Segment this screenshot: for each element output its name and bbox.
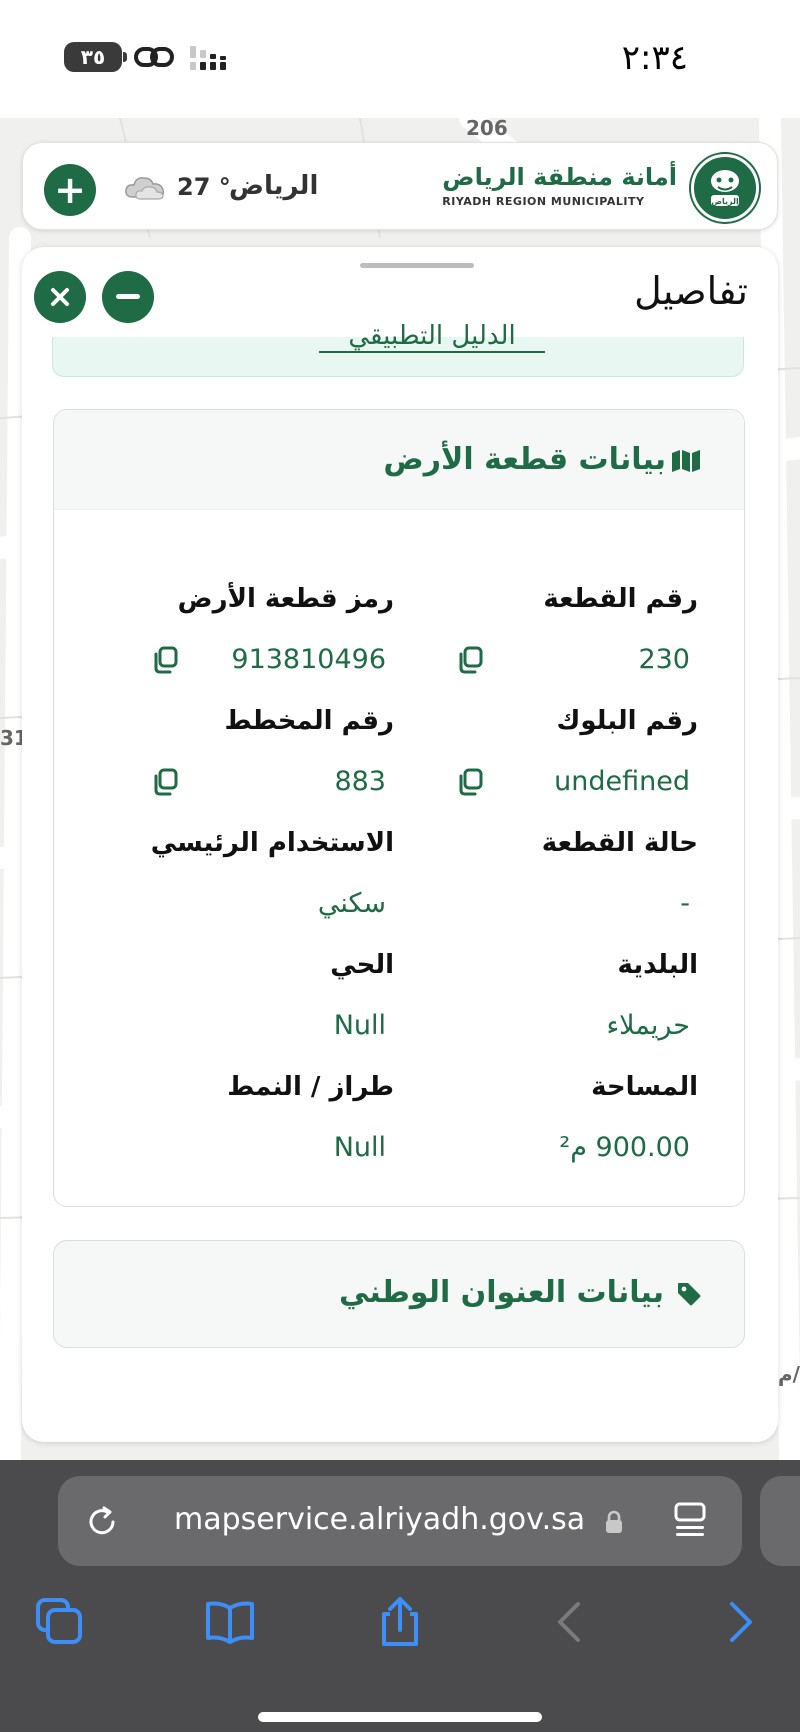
personal-hotspot-icon — [134, 47, 174, 67]
field-value-plot-number: 230 — [638, 644, 690, 675]
brand-name: أمانة منطقة الرياض RIYADH REGION MUNICIP… — [442, 163, 677, 208]
add-button[interactable]: + — [44, 164, 96, 216]
bookmarks-icon[interactable] — [204, 1596, 256, 1648]
copy-icon[interactable] — [457, 646, 485, 674]
field-label-style: طراز / النمط — [227, 1072, 394, 1102]
minus-icon — [116, 294, 140, 299]
copy-icon[interactable] — [152, 768, 180, 796]
back-icon[interactable] — [544, 1596, 596, 1648]
address-bar[interactable]: mapservice.alriyadh.gov.sa — [58, 1476, 742, 1566]
weather-temperature: 27 ° — [177, 173, 231, 201]
reload-icon[interactable] — [82, 1502, 122, 1542]
land-data-header[interactable]: بيانات قطعة الأرض — [54, 410, 744, 510]
forward-icon[interactable] — [714, 1596, 766, 1648]
map-label-206: 206 — [466, 118, 508, 140]
status-bar: ٣٥ ٢:٣٤ — [0, 0, 800, 118]
field-label-plan-number: رقم المخطط — [224, 706, 394, 736]
field-label-plot-code: رمز قطعة الأرض — [177, 584, 394, 614]
copy-icon[interactable] — [152, 646, 180, 674]
home-indicator[interactable] — [258, 1712, 542, 1722]
cloud-weather-icon — [125, 177, 165, 200]
national-address-title: بيانات العنوان الوطني — [339, 1275, 664, 1310]
reader-mode-icon[interactable] — [672, 1502, 708, 1540]
share-icon[interactable] — [374, 1596, 426, 1648]
close-button[interactable] — [34, 271, 86, 323]
status-time: ٢:٣٤ — [621, 38, 688, 78]
land-data-card: بيانات قطعة الأرض رقم القطعة رمز قطعة ال… — [53, 409, 745, 1207]
drag-handle[interactable] — [360, 263, 474, 268]
brand-name-arabic: أمانة منطقة الرياض — [442, 163, 677, 191]
previous-section-underline — [319, 351, 545, 353]
land-data-title: بيانات قطعة الأرض — [383, 442, 666, 477]
field-label-district: الحي — [330, 950, 394, 980]
close-icon — [51, 288, 69, 306]
field-value-municipality: حريملاء — [606, 1010, 690, 1041]
field-label-plot-number: رقم القطعة — [543, 584, 698, 614]
next-tab-address-bar[interactable] — [760, 1476, 800, 1566]
minimize-button[interactable] — [102, 271, 154, 323]
logo-wordmark: الرياض — [711, 197, 739, 207]
municipality-header: + 27 ° الرياض أمانة منطقة الرياض RIYADH … — [22, 142, 778, 230]
field-value-plot-status: - — [680, 888, 690, 919]
tabs-icon[interactable] — [34, 1596, 86, 1648]
lock-icon — [606, 1510, 622, 1533]
field-label-area: المساحة — [591, 1072, 698, 1102]
battery-icon: ٣٥ — [64, 42, 127, 72]
map-label-edge: م/ — [778, 1362, 800, 1386]
riyadh-municipality-logo: الرياض — [691, 154, 759, 222]
browser-toolbar: mapservice.alriyadh.gov.sa — [0, 1460, 800, 1732]
plus-icon: + — [54, 168, 86, 212]
field-value-main-use: سكني — [317, 888, 386, 919]
field-value-block-number: undefined — [554, 766, 690, 797]
field-value-plot-code: 913810496 — [231, 644, 386, 675]
copy-icon[interactable] — [457, 768, 485, 796]
previous-section-link-text: الدليل التطبيقي — [348, 321, 516, 351]
panel-title: تفاصيل — [634, 269, 748, 313]
previous-section: الدليل التطبيقي — [52, 321, 744, 377]
national-address-card[interactable]: بيانات العنوان الوطني — [53, 1240, 745, 1348]
brand-name-english: RIYADH REGION MUNICIPALITY — [442, 195, 645, 208]
field-label-main-use: الاستخدام الرئيسي — [150, 828, 394, 858]
field-value-district: Null — [333, 1010, 386, 1041]
field-label-block-number: رقم البلوك — [556, 706, 698, 736]
map-icon — [672, 450, 700, 472]
weather-city: الرياض — [229, 171, 319, 201]
field-value-plan-number: 883 — [334, 766, 386, 797]
tag-icon — [678, 1283, 701, 1306]
previous-section-link[interactable]: الدليل التطبيقي — [319, 321, 545, 353]
field-value-style: Null — [333, 1132, 386, 1163]
cellular-signal-icon — [190, 46, 226, 70]
url-text: mapservice.alriyadh.gov.sa — [174, 1502, 586, 1537]
field-value-area: 900.00 م² — [559, 1132, 690, 1163]
field-label-plot-status: حالة القطعة — [541, 828, 698, 858]
field-label-municipality: البلدية — [617, 950, 698, 980]
battery-level: ٣٥ — [80, 45, 106, 69]
details-panel: تفاصيل الدليل التطبيقي بيانات قطعة الأرض… — [22, 247, 778, 1442]
